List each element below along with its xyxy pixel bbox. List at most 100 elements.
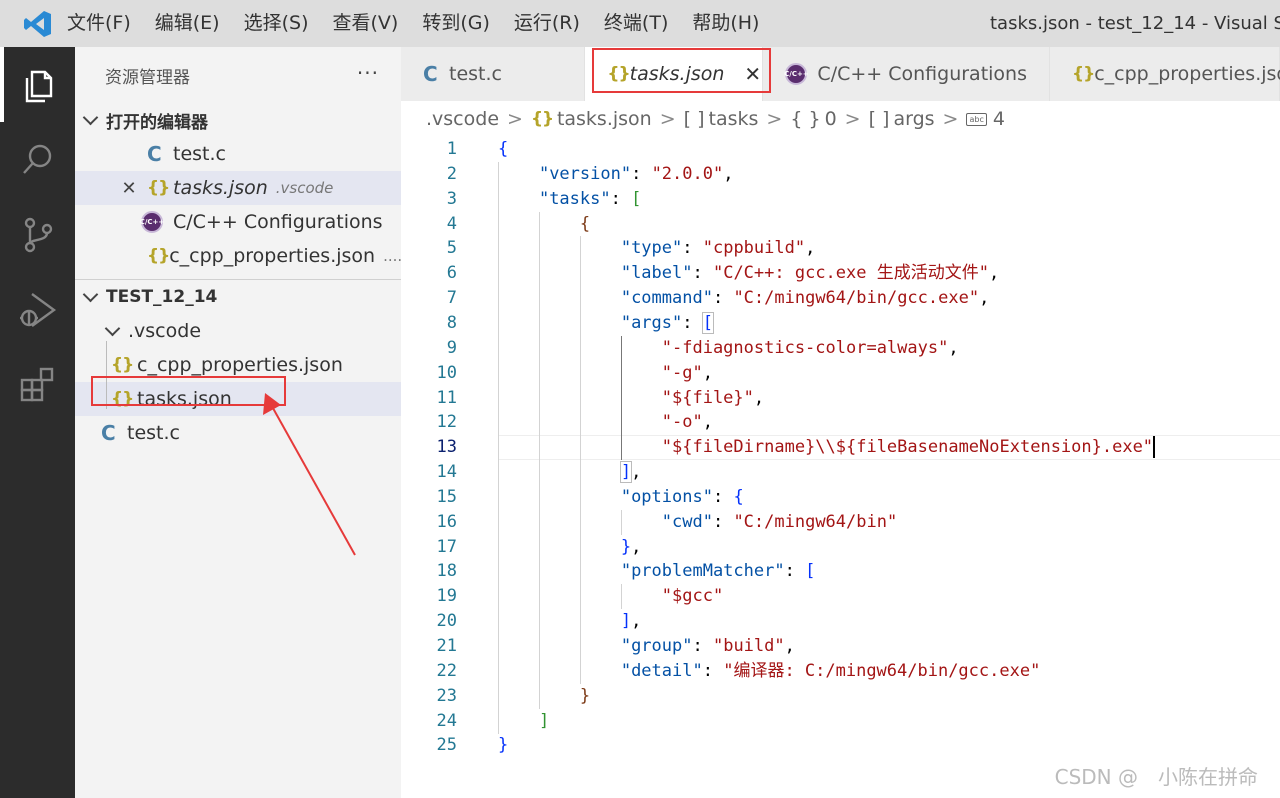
code-editor[interactable]: 1{ 2 "version": "2.0.0", 3 "tasks": [ 4 … [401,137,1280,798]
string-icon: abc [966,112,987,126]
breadcrumb-separator: > [942,108,959,130]
array-icon: [ ] [868,108,890,130]
source-control-icon[interactable] [0,197,75,272]
tab-label: tasks.json [629,63,725,85]
code-line-current: 13 "${fileDirname}\\${fileBasenameNoExte… [436,436,1156,459]
tab-tasks-json[interactable]: {} tasks.json ✕ [585,47,764,101]
code-line: 6 "label": "C/C++: gcc.exe 生成活动文件", [446,263,1000,284]
chevron-down-icon [105,324,119,338]
code-line: 4 { [446,213,591,234]
breadcrumb-args[interactable]: args [893,108,934,130]
tab-cpp-configurations[interactable]: C/C++ C/C++ Configurations [763,47,1050,101]
code-line: 17 }, [436,536,642,557]
activity-bar [0,47,75,798]
code-line: 15 "options": { [436,486,744,507]
cpp-extension-icon: C/C++ [140,211,164,233]
file-label: tasks.json [137,388,232,410]
menu-run[interactable]: 运行(R) [502,0,592,47]
file-c-cpp-properties[interactable]: {} c_cpp_properties.json [75,348,401,382]
tab-label: C/C++ Configurations [817,63,1027,85]
breadcrumb-separator: > [766,108,783,130]
open-editor-path: .... [383,247,403,265]
open-editor-tasks-json[interactable]: ✕ {} tasks.json .vscode [75,171,401,205]
menu-help[interactable]: 帮助(H) [680,0,771,47]
code-line: 14 ], [436,461,642,484]
editor-tabs: C test.c {} tasks.json ✕ C/C++ C/C++ Con… [401,47,1280,101]
text-caret [1153,436,1156,459]
breadcrumb-separator: > [659,108,676,130]
array-icon: [ ] [683,108,705,130]
more-actions-icon[interactable]: ··· [357,61,379,85]
code-line: 22 "detail": "编译器: C:/mingw64/bin/gcc.ex… [436,660,1041,681]
code-line: 18 "problemMatcher": [ [436,561,816,582]
object-icon: { } [790,108,821,130]
c-file-icon: C [101,421,116,445]
chevron-down-icon [83,290,97,304]
explorer-title: 资源管理器 [105,67,190,88]
window-title: tasks.json - test_12_14 - Visual Studio … [990,13,1280,34]
open-editors-label: 打开的编辑器 [106,112,208,133]
breadcrumb-separator: > [507,108,523,130]
menu-selection[interactable]: 选择(S) [232,0,321,47]
tab-label: test.c [449,63,502,85]
code-line: 21 "group": "build", [436,636,795,656]
breadcrumb-tasks[interactable]: tasks [709,108,759,130]
tab-label: c_cpp_properties.json [1094,63,1280,85]
run-debug-icon[interactable] [0,272,75,347]
menu-terminal[interactable]: 终端(T) [592,0,680,47]
code-line: 10 "-g", [436,362,713,383]
search-icon[interactable] [0,122,75,197]
code-line: 12 "-o", [436,412,713,433]
menu-go[interactable]: 转到(G) [410,0,502,47]
folder-vscode[interactable]: .vscode [75,314,401,348]
open-editor-label: tasks.json [173,177,268,199]
c-file-icon: C [147,142,162,166]
code-line: 25} [436,735,509,756]
tab-test-c[interactable]: C test.c [401,47,586,101]
open-editor-label: c_cpp_properties.json [169,245,376,267]
watermark: CSDN @ 小陈在拼命 [1054,765,1258,789]
code-line: 5 "type": "cppbuild", [446,238,816,259]
json-file-icon: {} [530,109,554,129]
workspace-folder-section[interactable]: TEST_12_14 [75,280,401,314]
file-label: c_cpp_properties.json [137,354,343,376]
code-line: 1{ [446,139,509,159]
close-icon[interactable]: ✕ [115,178,143,199]
json-file-icon: {} [147,246,170,266]
menu-view[interactable]: 查看(V) [321,0,411,47]
code-line: 9 "-fdiagnostics-color=always", [446,337,959,358]
annotation-arrow [263,393,356,556]
code-line: 20 ], [436,611,642,632]
json-file-icon: {} [111,389,134,409]
open-editor-c-cpp-properties[interactable]: {} c_cpp_properties.json .... [75,239,403,273]
json-file-icon: {} [607,64,630,84]
open-editor-label: C/C++ Configurations [173,211,383,233]
breadcrumb: .vscode > {} tasks.json > [ ] tasks > { … [401,101,1280,137]
c-file-icon: C [423,62,438,86]
cpp-extension-icon: C/C++ [784,63,809,85]
code-line: 2 "version": "2.0.0", [446,163,734,184]
chevron-down-icon [83,113,97,127]
breadcrumb-folder[interactable]: .vscode [426,108,499,130]
code-line: 7 "command": "C:/mingw64/bin/gcc.exe", [446,288,990,309]
open-editors-section[interactable]: 打开的编辑器 [75,103,401,137]
menu-edit[interactable]: 编辑(E) [143,0,232,47]
breadcrumb-index[interactable]: 0 [825,108,837,130]
extensions-icon[interactable] [0,347,75,422]
tree-indent-guide [106,341,107,409]
code-line: 3 "tasks": [ [446,188,642,209]
tab-c-cpp-properties[interactable]: {} c_cpp_properties.json [1050,47,1280,101]
folder-label: .vscode [128,320,202,342]
code-line: 24 ] [436,710,550,731]
breadcrumb-file[interactable]: tasks.json [557,108,652,130]
close-icon[interactable]: ✕ [744,62,761,86]
open-editor-cpp-configurations[interactable]: C/C++ C/C++ Configurations [75,205,401,239]
open-editor-test-c[interactable]: C test.c [75,137,401,171]
json-file-icon: {} [111,355,134,375]
json-file-icon: {} [1072,64,1095,84]
menu-file[interactable]: 文件(F) [67,0,143,47]
file-label: test.c [127,422,180,444]
code-line: 11 "${file}", [436,387,765,408]
breadcrumb-item[interactable]: 4 [993,108,1005,130]
explorer-icon[interactable] [0,47,75,122]
